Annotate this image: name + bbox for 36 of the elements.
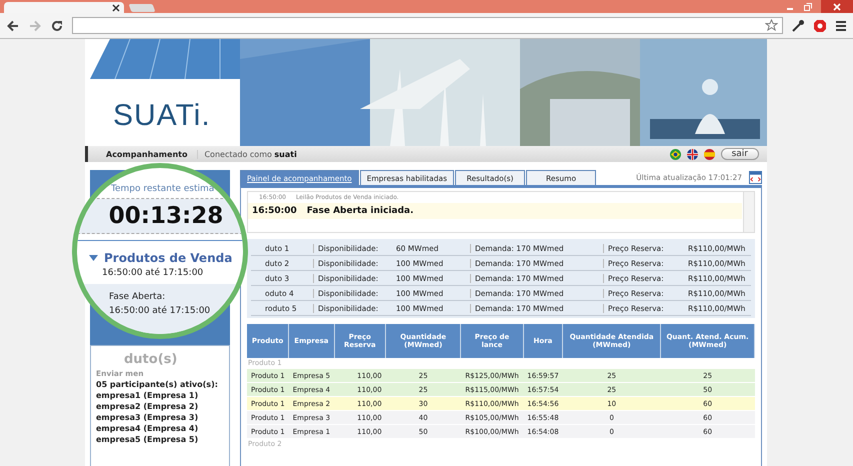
connected-user: Conectado como suati (204, 150, 297, 158)
auction-title[interactable]: Produtos de Venda (104, 251, 232, 265)
collapse-icon[interactable] (89, 255, 98, 261)
participant-item: empresa2 (Empresa 2) (96, 402, 200, 411)
phase-period: 16:50:00 até 17:15:00 (109, 306, 212, 316)
flag-icon[interactable] (670, 148, 681, 160)
log-time: 16:50:00 (252, 206, 297, 216)
logo: SUATi. (113, 99, 211, 133)
log-message: Fase Aberta iniciada. (306, 206, 414, 216)
section-heading: duto(s) (123, 352, 178, 367)
countdown: 00:13:28 (108, 203, 224, 229)
solar-panel-icon (90, 39, 240, 79)
expand-icon[interactable] (749, 171, 762, 184)
close-icon[interactable] (112, 4, 120, 12)
participant-item: empresa1 (Empresa 1) (96, 391, 200, 400)
participant-item: empresa3 (Empresa 3) (96, 413, 200, 422)
section-title: Acompanhamento (106, 150, 198, 158)
stop-sign-icon[interactable] (813, 18, 827, 32)
scrollbar[interactable] (743, 192, 754, 232)
phase-label: Fase Aberta: (109, 292, 166, 302)
back-icon[interactable] (6, 18, 20, 32)
logout-button[interactable]: sair (720, 148, 759, 160)
flag-icon[interactable] (704, 148, 715, 160)
menu-icon[interactable] (835, 20, 847, 32)
restore-icon[interactable] (803, 2, 813, 12)
eyedropper-icon[interactable] (791, 18, 805, 32)
flag-icon[interactable] (686, 148, 698, 160)
time-label: Tempo restante estima (111, 184, 214, 194)
star-icon[interactable] (765, 19, 778, 32)
participant-item: empresa5 (Empresa 5) (96, 435, 200, 444)
reload-icon[interactable] (50, 18, 64, 32)
auction-period: 16:50:00 até 17:15:00 (101, 268, 204, 278)
close-icon (833, 2, 841, 10)
participant-item: empresa4 (Empresa 4) (96, 424, 200, 433)
close-window-button[interactable] (821, 0, 853, 13)
participants-title: 05 participante(s) ativo(s): (96, 380, 219, 389)
